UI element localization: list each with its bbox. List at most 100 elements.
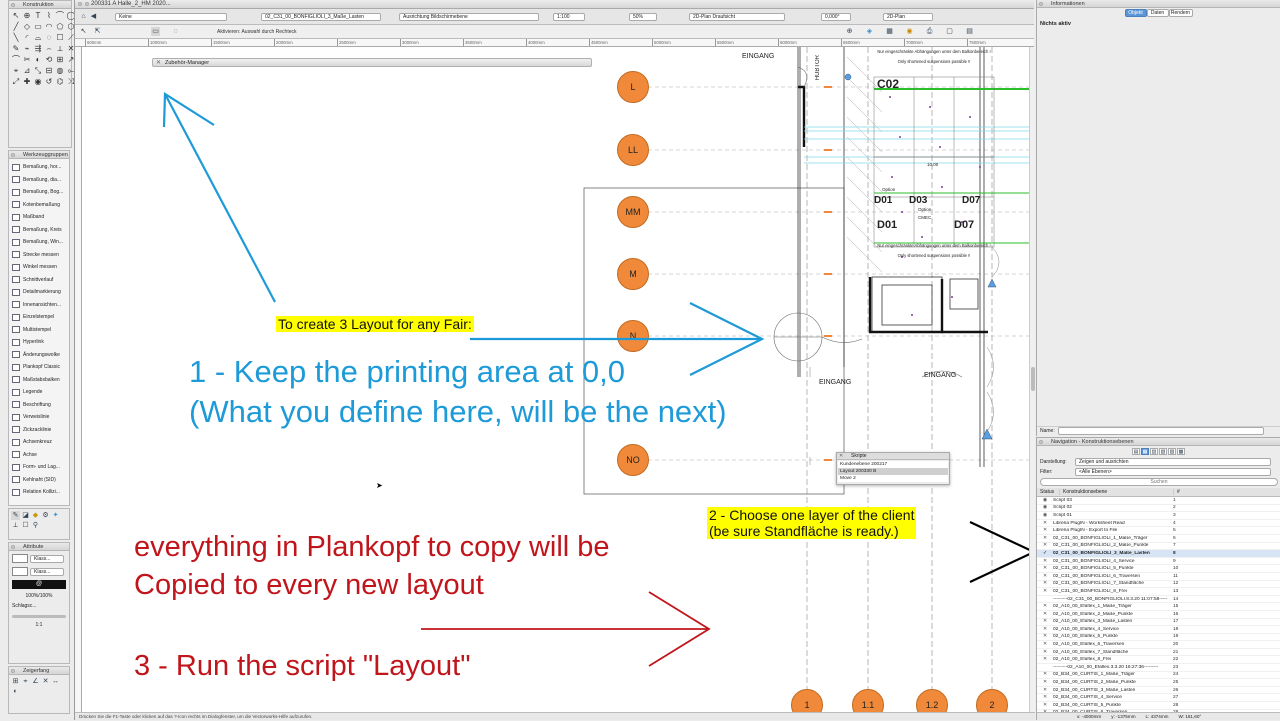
drawing-tool-icon[interactable]: ☐ — [55, 33, 65, 43]
drawing-tool-icon[interactable]: ◠ — [44, 22, 54, 32]
layer-visibility-icon[interactable]: ✕ — [1037, 642, 1053, 647]
layer-visibility-icon[interactable]: ✕ — [1037, 650, 1053, 655]
scale-select[interactable]: 1:100 — [553, 13, 585, 21]
layer-row[interactable]: ✕ 02_C31_00_BONFIGLIOLI_5_Punkte 10 — [1037, 565, 1280, 573]
drawing-tool-icon[interactable]: ╲ — [11, 33, 21, 43]
col-name[interactable]: Konstruktionsebene — [1059, 489, 1173, 495]
layer-row[interactable]: ✕ 02_A10_00_Efaflex_6_Traversen 20 — [1037, 641, 1280, 649]
layer-row[interactable]: ---------02_A10_00_Efaflex.3.3.20 16:27:… — [1037, 664, 1280, 672]
layer-search-input[interactable] — [1040, 478, 1278, 486]
drawing-tool-icon[interactable]: ⇶ — [33, 44, 43, 54]
rect-select-icon[interactable]: ▭ — [151, 27, 160, 36]
darstellung-select[interactable]: Zeigen und ausrichten — [1075, 458, 1271, 466]
drawing-tool-icon[interactable]: ⟂ — [55, 44, 65, 54]
layer-row[interactable]: ✕ 02_B34_00_CURTIS_5_Punkte 28 — [1037, 702, 1280, 710]
drawing-tool-icon[interactable]: ✎ — [11, 44, 21, 54]
tab-rendern[interactable]: Rendern — [1168, 9, 1193, 17]
layer-row[interactable]: ✕ 02_C31_00_BONFIGLIOLI_6_Traversen 11 — [1037, 573, 1280, 581]
scale-slider[interactable] — [12, 615, 66, 618]
layer-row[interactable]: ✕ 02_C31_00_BONFIGLIOLI_8_Frei 13 — [1037, 588, 1280, 596]
layer-row[interactable]: ✕ 02_B34_00_CURTIS_4_Service 27 — [1037, 694, 1280, 703]
drawing-tool-icon[interactable]: ⌒ — [11, 55, 21, 65]
layer-row[interactable]: ✕ 02_A10_00_Efaflex_3_Maße_Lasten 17 — [1037, 619, 1280, 627]
view-tab-icon[interactable]: ▦ — [1141, 448, 1149, 455]
snap-grid-icon[interactable]: ⊞ — [11, 677, 20, 686]
view-tab-icon[interactable]: ▨ — [1168, 448, 1176, 455]
class-select[interactable]: Keine — [115, 13, 227, 21]
layer-visibility-icon[interactable]: ✕ — [1037, 604, 1053, 609]
drawing-tool-icon[interactable]: ◌ — [44, 33, 54, 43]
layer-row[interactable]: ✕ 02_C31_00_BONFIGLIOLI_1_Maße_Träger 6 — [1037, 535, 1280, 543]
tool-item[interactable]: Multistempel — [9, 324, 69, 337]
layer-visibility-icon[interactable]: ✕ — [1037, 680, 1053, 685]
tool-item[interactable]: Maßband — [9, 211, 69, 224]
layer-visibility-icon[interactable]: ◉ — [1037, 513, 1053, 518]
layer-row[interactable]: ✕ 02_C31_00_BONFIGLIOLI_7_Standfläche 12 — [1037, 581, 1280, 589]
drawing-tool-icon[interactable]: ↺ — [44, 77, 54, 87]
tool-item[interactable]: Einzelstempel — [9, 311, 69, 324]
tool-item[interactable]: Bemaßung, Bog... — [9, 186, 69, 199]
filter-select[interactable]: <Alle Ebenen> — [1075, 468, 1271, 476]
tool-item[interactable]: Achsenkreuz — [9, 436, 69, 449]
close-icon[interactable]: ✕ — [156, 59, 161, 67]
render-mode-select[interactable]: 2D-Plan — [883, 13, 933, 21]
layer-row[interactable]: ✕ Libreria PlugIN - Export to File 5 — [1037, 527, 1280, 535]
page-icon[interactable]: ▢ — [945, 27, 954, 36]
toolset-icon[interactable]: ✦ — [51, 511, 60, 520]
toolset-icon[interactable]: ◪ — [21, 511, 30, 520]
snap-intersection-icon[interactable]: ✕ — [41, 677, 50, 686]
tool-item[interactable]: Bemaßung, hor... — [9, 161, 69, 174]
toolset-icon[interactable]: ☐ — [21, 521, 30, 530]
layer-visibility-icon[interactable]: ◉ — [1037, 498, 1053, 503]
layers-icon[interactable]: ◈ — [865, 27, 874, 36]
close-icon[interactable]: ✕ — [839, 453, 843, 460]
close-icon[interactable] — [11, 669, 15, 673]
render-icon[interactable]: ◉ — [905, 27, 914, 36]
shadow-label[interactable]: Schlagsc... — [12, 603, 66, 609]
zubehoer-manager-panel[interactable]: ✕ Zubehör-Manager — [152, 58, 592, 67]
drawing-tool-icon[interactable]: ⟲ — [44, 55, 54, 65]
tool-item[interactable]: Hyperlink — [9, 336, 69, 349]
fill-class-select[interactable]: Klass... — [30, 554, 64, 563]
layer-row[interactable]: ✓ 02_C31_00_BONFIGLIOLI_3_Maße_Lasten 8 — [1037, 550, 1280, 558]
layer-row[interactable]: ✕ 02_C31_00_BONFIGLIOLI_4_Service 9 — [1037, 558, 1280, 566]
close-icon[interactable] — [11, 3, 15, 7]
snap-icon[interactable]: ⊕ — [845, 27, 854, 36]
camera-icon[interactable]: ⎙ — [925, 27, 934, 36]
drawing-tool-icon[interactable]: ⤢ — [11, 77, 21, 87]
close-icon[interactable] — [11, 153, 15, 157]
drawing-tool-icon[interactable]: ⌬ — [55, 77, 65, 87]
layer-visibility-icon[interactable]: ✓ — [1037, 551, 1053, 556]
toolset-icon[interactable]: ⚙ — [41, 511, 50, 520]
script-item[interactable]: Layout 200330 B — [838, 468, 948, 475]
drawing-tool-icon[interactable]: ✚ — [22, 77, 32, 87]
tab-daten[interactable]: Daten — [1146, 9, 1169, 17]
drawing-tool-icon[interactable]: ⌢ — [44, 44, 54, 54]
script-item[interactable]: Kundenebene 200217 — [838, 461, 948, 468]
drawing-tool-icon[interactable]: ⊞ — [55, 55, 65, 65]
vertical-scrollbar[interactable] — [1029, 47, 1035, 712]
tool-item[interactable]: Maßstabsbalken — [9, 374, 69, 387]
tool-item[interactable]: Verweislinie — [9, 411, 69, 424]
toolset-icon[interactable]: ⟂ — [11, 521, 20, 530]
layer-visibility-icon[interactable]: ✕ — [1037, 672, 1053, 677]
layer-row[interactable]: ✕ 02_A10_00_Efaflex_7_Standfläche 21 — [1037, 649, 1280, 657]
layer-visibility-icon[interactable]: ✕ — [1037, 521, 1053, 526]
select-mode-icon[interactable]: ⇱ — [93, 27, 102, 36]
drawing-canvas[interactable]: HUBTOR EINGANG EINGANG EINGANG Nur einge… — [82, 47, 1035, 712]
layer-visibility-icon[interactable]: ✕ — [1037, 695, 1053, 700]
sheet-icon[interactable]: ▤ — [965, 27, 974, 36]
drawing-tool-icon[interactable]: ⌒ — [55, 11, 65, 21]
tool-item[interactable]: Legende — [9, 386, 69, 399]
tool-item[interactable]: Innenansichten... — [9, 299, 69, 312]
drawing-tool-icon[interactable]: ◜ — [22, 33, 32, 43]
name-input[interactable] — [1057, 427, 1264, 435]
layer-visibility-icon[interactable]: ✕ — [1037, 612, 1053, 617]
drawing-tool-icon[interactable]: ⌁ — [22, 44, 32, 54]
drawing-tool-icon[interactable]: ⬠ — [55, 22, 65, 32]
layer-visibility-icon[interactable]: ✕ — [1037, 581, 1053, 586]
drawing-tool-icon[interactable]: ◇ — [22, 22, 32, 32]
layer-row[interactable]: ✕ 02_C31_00_BONFIGLIOLI_2_Maße_Punkte 7 — [1037, 543, 1280, 551]
layer-row[interactable]: ✕ 02_B34_00_CURTIS_2_Maße_Punkte 25 — [1037, 679, 1280, 687]
layer-row[interactable]: ✕ 02_B34_00_CURTIS_1_Maße_Träger 24 — [1037, 672, 1280, 680]
